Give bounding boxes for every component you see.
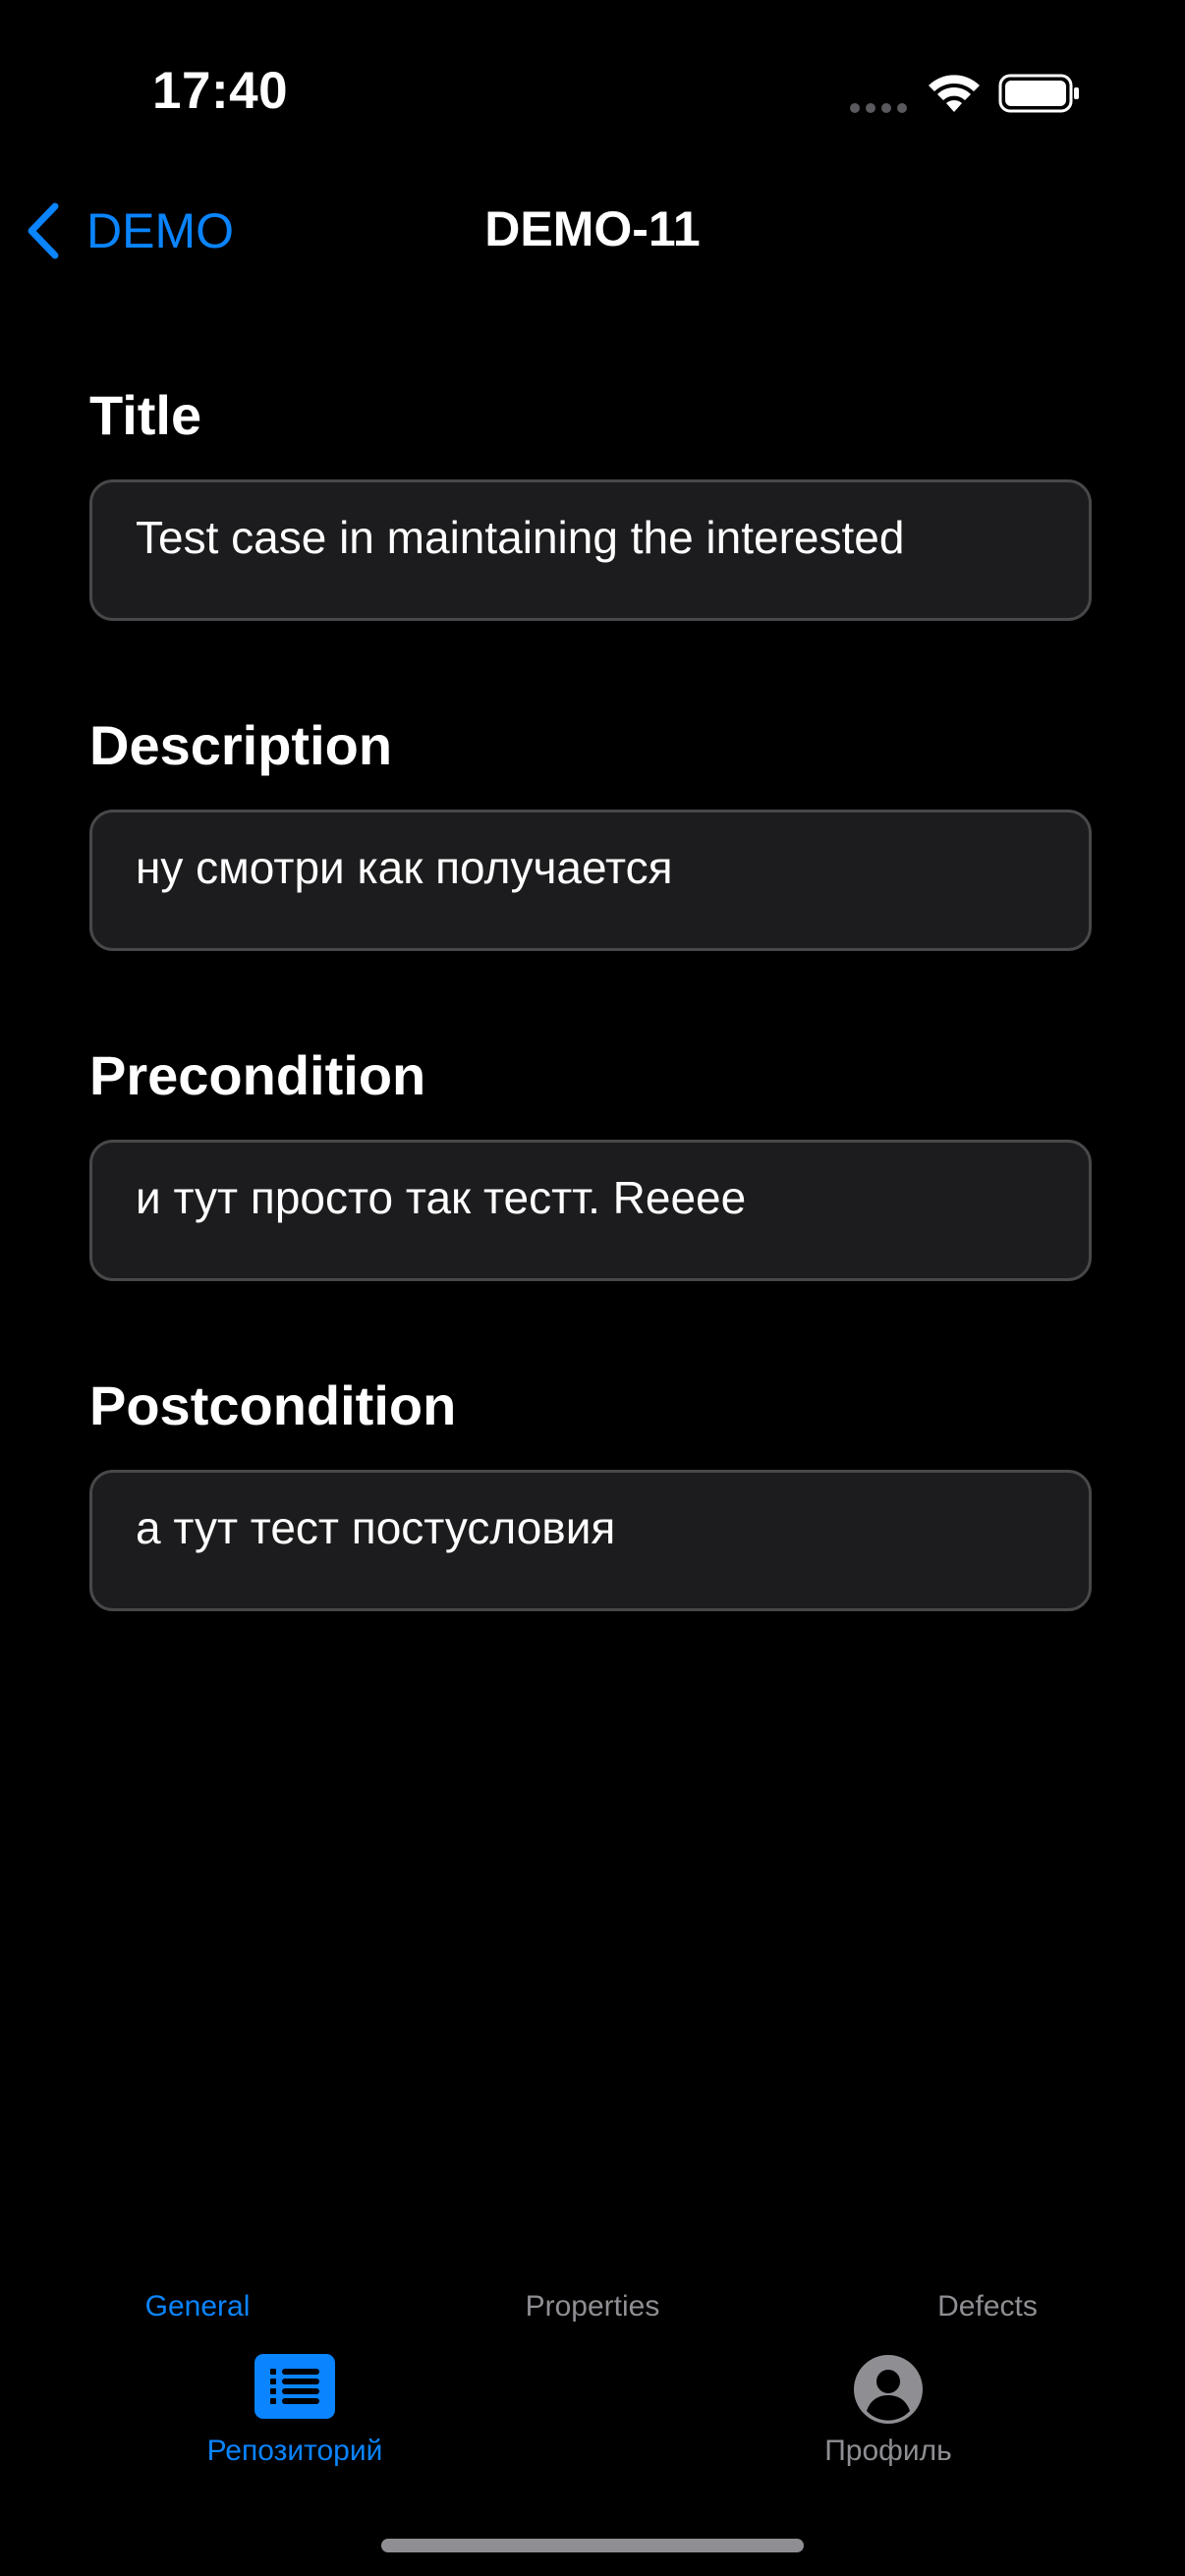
test-case-form: Title Test case in maintaining the inter… [89, 378, 1096, 1699]
tab-bar: Репозиторий Профиль [0, 2348, 1185, 2476]
tab-bar-label-profile: Профиль [824, 2435, 952, 2467]
tab-bar-item-repository[interactable]: Репозиторий [147, 2348, 442, 2476]
title-field: Title Test case in maintaining the inter… [89, 378, 1096, 708]
home-indicator[interactable] [381, 2539, 804, 2552]
description-label: Description [89, 714, 393, 776]
wifi-icon [929, 75, 980, 112]
tab-general[interactable]: General [0, 2290, 395, 2324]
postcondition-input[interactable]: а тут тест постусловия [89, 1470, 1092, 1611]
postcondition-label: Postcondition [89, 1374, 457, 1436]
title-label: Title [89, 384, 202, 446]
tab-bar-label-repository: Репозиторий [206, 2435, 383, 2467]
status-bar: 17:40 [0, 0, 1185, 187]
title-input[interactable]: Test case in maintaining the interested [89, 479, 1092, 621]
precondition-input[interactable]: и тут просто так тестт. Reeee [89, 1140, 1092, 1281]
tab-properties[interactable]: Properties [395, 2290, 790, 2324]
navigation-bar: DEMO DEMO-11 [0, 187, 1185, 275]
page-title: DEMO-11 [484, 201, 701, 256]
description-input[interactable]: ну смотри как получается [89, 810, 1092, 951]
section-tabs: General Properties Defects [0, 2284, 1185, 2333]
tab-bar-item-profile[interactable]: Профиль [741, 2348, 1036, 2476]
status-time: 17:40 [152, 62, 289, 120]
precondition-field: Precondition и тут просто так тестт. Ree… [89, 1038, 1096, 1369]
person-icon [854, 2355, 923, 2424]
cellular-signal-icon [850, 103, 907, 113]
description-field: Description ну смотри как получается [89, 708, 1096, 1038]
precondition-label: Precondition [89, 1044, 426, 1106]
list-icon [254, 2354, 335, 2419]
tab-defects[interactable]: Defects [790, 2290, 1185, 2324]
battery-icon [998, 74, 1079, 113]
postcondition-field: Postcondition а тут тест постусловия [89, 1369, 1096, 1699]
